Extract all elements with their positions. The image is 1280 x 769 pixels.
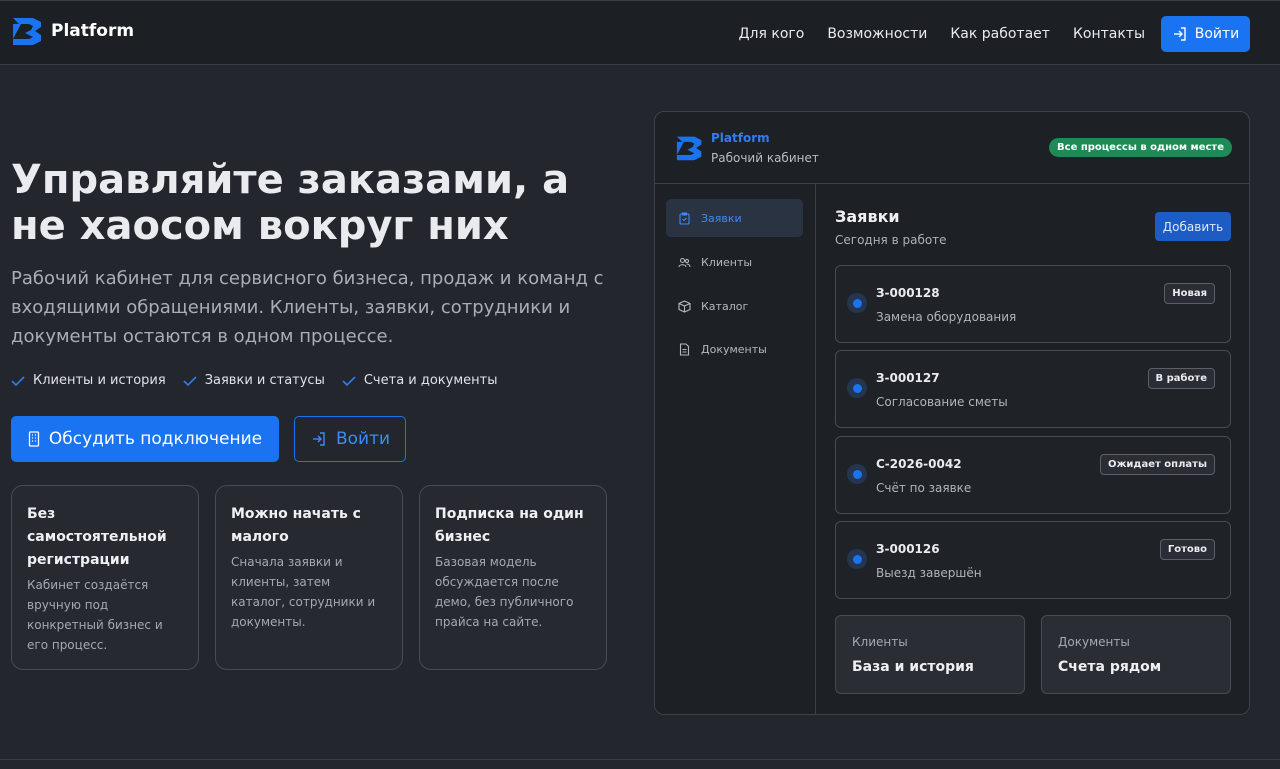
sidebar-item-label: Заявки (701, 211, 742, 225)
check-item: Счета и документы (342, 373, 498, 388)
feature-text: Сначала заявки и клиенты, затем каталог,… (231, 555, 376, 629)
hero-login-button[interactable]: Войти (294, 416, 406, 462)
order-card[interactable]: З-000127 Согласование сметы В работе (835, 350, 1231, 428)
document-icon (679, 342, 690, 356)
status-dot-icon (847, 378, 867, 398)
status-dot-icon (847, 293, 867, 313)
brand-name: Platform (51, 21, 135, 41)
feature-title: Без самостоятельной регистрации (27, 506, 167, 568)
feature-text: Кабинет создаётся вручную под конкретный… (27, 578, 163, 652)
order-id: З-000126 (876, 542, 940, 556)
status-dot-icon (847, 464, 867, 484)
order-description: Согласование сметы (876, 395, 1008, 409)
order-status-badge: Новая (1164, 283, 1215, 304)
summary-card-value: База и история (852, 659, 974, 675)
checkmark-icon (11, 375, 25, 386)
login-icon (1173, 27, 1186, 41)
logo-icon (13, 18, 41, 45)
nav-link-for-whom[interactable]: Для кого (739, 26, 805, 42)
status-dot-icon (847, 549, 867, 569)
nav-link-contacts[interactable]: Контакты (1073, 26, 1145, 42)
order-card[interactable]: С-2026-0042 Счёт по заявке Ожидает оплат… (835, 436, 1231, 514)
top-navigation-bar: Platform Для кого Возможности Как работа… (0, 0, 1280, 65)
summary-card-label: Документы (1058, 635, 1130, 649)
orders-subtitle: Сегодня в работе (835, 233, 947, 247)
nav-link-features[interactable]: Возможности (827, 26, 927, 42)
hero-subtitle: Рабочий кабинет для сервисного бизнеса, … (11, 268, 604, 347)
check-label: Счета и документы (363, 373, 498, 388)
login-button[interactable]: Войти (1161, 16, 1250, 52)
feature-checklist: Клиенты и история Заявки и статусы Счета… (11, 373, 515, 388)
panel-subtitle: Рабочий кабинет (711, 151, 819, 165)
panel-sidebar: Заявки Клиенты Каталог Документы (655, 184, 816, 714)
sidebar-item-label: Документы (701, 342, 767, 356)
order-description: Замена оборудования (876, 310, 1017, 324)
brand-logo[interactable]: Platform (11, 15, 134, 47)
feature-title: Можно начать с малого (231, 506, 361, 545)
sidebar-item-catalog[interactable]: Каталог (666, 287, 803, 325)
feature-text: Базовая модель обсуждается после демо, б… (435, 555, 574, 629)
clipboard-icon (679, 211, 690, 225)
section-divider (0, 759, 1280, 760)
sidebar-item-documents[interactable]: Документы (666, 330, 803, 368)
nav-link-how-it-works[interactable]: Как работает (950, 26, 1050, 42)
order-id: З-000128 (876, 286, 940, 300)
logo-icon (676, 136, 702, 161)
box-icon (678, 299, 691, 313)
dashboard-preview: Platform Рабочий кабинет Все процессы в … (654, 111, 1250, 715)
check-label: Заявки и статусы (204, 373, 325, 388)
sidebar-item-label: Каталог (701, 299, 749, 313)
panel-brand: Platform (711, 131, 770, 145)
add-order-button[interactable]: Добавить (1155, 212, 1231, 241)
discuss-connection-label: Обсудить подключение (48, 429, 263, 449)
feature-title: Подписка на один бизнес (435, 506, 584, 545)
status-badge: Все процессы в одном месте (1049, 138, 1232, 157)
check-label: Клиенты и история (33, 373, 166, 388)
summary-card-documents[interactable]: Документы Счета рядом (1041, 615, 1231, 694)
sidebar-item-label: Клиенты (701, 255, 753, 269)
hero-title: Управляйте заказами, а не хаосом вокруг … (11, 157, 570, 249)
order-card[interactable]: З-000128 Замена оборудования Новая (835, 265, 1231, 343)
check-item: Клиенты и история (11, 373, 166, 388)
feature-card: Можно начать с малого Сначала заявки и к… (215, 485, 403, 670)
order-status-badge: Готово (1159, 539, 1215, 560)
summary-card-label: Клиенты (852, 635, 908, 649)
summary-card-value: Счета рядом (1058, 659, 1162, 675)
login-button-label: Войти (1194, 26, 1240, 42)
panel-header: Platform Рабочий кабинет Все процессы в … (655, 112, 1249, 184)
feature-card: Без самостоятельной регистрации Кабинет … (11, 485, 199, 670)
check-item: Заявки и статусы (183, 373, 325, 388)
users-icon (678, 257, 691, 267)
checkmark-icon (183, 375, 197, 386)
order-card[interactable]: З-000126 Выезд завершён Готово (835, 521, 1231, 599)
summary-card-clients[interactable]: Клиенты База и история (835, 615, 1025, 694)
order-status-badge: Ожидает оплаты (1099, 454, 1215, 475)
sidebar-item-orders[interactable]: Заявки (666, 199, 803, 237)
checkmark-icon (342, 375, 356, 386)
order-id: З-000127 (876, 371, 940, 385)
order-description: Счёт по заявке (876, 481, 972, 495)
sidebar-item-clients[interactable]: Клиенты (666, 243, 803, 281)
discuss-connection-button[interactable]: Обсудить подключение (11, 416, 279, 462)
feature-card: Подписка на один бизнес Базовая модель о… (419, 485, 607, 670)
order-description: Выезд завершён (876, 566, 982, 580)
hero-login-label: Войти (335, 429, 391, 449)
login-icon (312, 432, 325, 446)
orders-title: Заявки (835, 207, 900, 226)
main-nav: Для кого Возможности Как работает Контак… (739, 16, 1250, 52)
building-icon (28, 431, 40, 447)
order-status-badge: В работе (1147, 368, 1215, 389)
order-id: С-2026-0042 (876, 457, 962, 471)
